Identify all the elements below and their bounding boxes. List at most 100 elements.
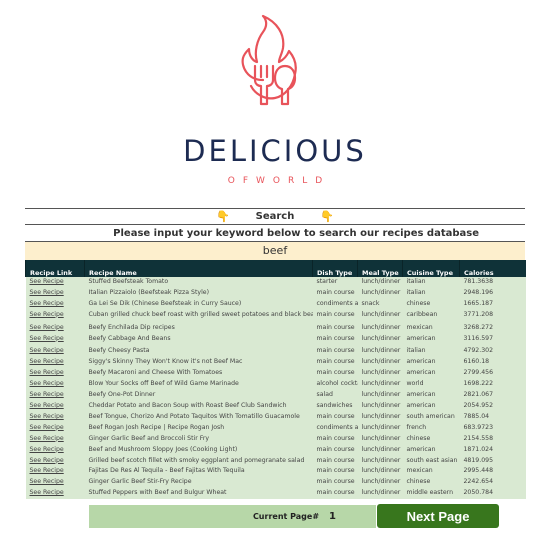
table-row: See Recipe Fajitas De Res Al Tequila - Be… xyxy=(25,466,526,478)
meal-type-cell: lunch/dinner xyxy=(361,278,401,285)
current-page-number: 1 xyxy=(329,511,336,522)
see-recipe-link[interactable]: See Recipe xyxy=(30,347,64,354)
meal-type-cell: lunch/dinner xyxy=(361,369,401,377)
calories-cell: 3116.597 xyxy=(463,334,494,342)
dish-type-cell: alcohol cocktail xyxy=(316,380,358,388)
brand-title: DELICIOUS xyxy=(183,134,367,168)
calories-cell: 2799.456 xyxy=(463,369,494,377)
recipe-name-cell: Stuffed Beefsteak Tomato xyxy=(88,278,169,285)
cuisine-type-cell: mexican xyxy=(406,323,433,331)
see-recipe-link[interactable]: See Recipe xyxy=(30,278,64,285)
see-recipe-link[interactable]: See Recipe xyxy=(30,424,64,431)
recipe-link-cell: See Recipe xyxy=(26,344,85,357)
see-recipe-link[interactable]: See Recipe xyxy=(30,380,64,387)
recipe-name-cell: Stuffed Peppers with Beef and Bulgur Whe… xyxy=(88,489,227,497)
see-recipe-link[interactable]: See Recipe xyxy=(30,391,64,398)
dish-type-cell: main course xyxy=(316,358,355,366)
meal-type-cell: lunch/dinner xyxy=(361,288,401,296)
table-row: See Recipe Beefy Cheesy Pasta main course l… xyxy=(25,344,526,358)
recipe-name-cell: Blow Your Socks off Beef of Wild Game Ma… xyxy=(88,380,239,388)
pointing-down-icon: 👇 xyxy=(215,210,230,223)
table-row: See Recipe Ga Lei Se Dik (Chinese Beefste… xyxy=(25,298,526,310)
dish-type-cell: main course xyxy=(316,478,355,486)
meal-type-cell: lunch/dinner xyxy=(361,323,401,331)
see-recipe-link[interactable]: See Recipe xyxy=(30,289,64,296)
cuisine-type-cell: american xyxy=(406,445,436,453)
table-row: See Recipe Cheddar Potato and Bacon Soup … xyxy=(25,400,526,412)
calories-cell: 2050.784 xyxy=(463,489,494,497)
cuisine-type-cell: american xyxy=(406,358,436,366)
table-row: See Recipe Ginger Garlic Beef Stir-Fry Re… xyxy=(25,477,526,489)
calories-cell: 2995.448 xyxy=(463,467,494,475)
column-header-calories: Calories xyxy=(459,260,526,277)
dish-type-cell: main course xyxy=(316,288,355,296)
calories-cell: 3771.208 xyxy=(463,310,494,318)
flame-fork-spoon-icon xyxy=(241,14,297,106)
cuisine-type-cell: american xyxy=(406,391,436,399)
recipe-link-cell: See Recipe xyxy=(26,321,85,334)
dish-type-cell: sandwiches xyxy=(316,401,353,409)
dish-type-cell: main course xyxy=(316,456,355,464)
meal-type-cell: lunch/dinner xyxy=(361,412,401,420)
calories-cell: 2154.558 xyxy=(463,434,494,442)
dish-type-cell: main course xyxy=(316,347,355,355)
meal-type-cell: lunch/dinner xyxy=(361,347,401,355)
next-page-button[interactable]: Next Page xyxy=(377,504,499,528)
recipe-name-cell: Beefy Cabbage And Beans xyxy=(88,334,171,342)
recipe-name-cell: Cheddar Potato and Bacon Soup with Roast… xyxy=(88,401,287,409)
recipe-link-cell: See Recipe xyxy=(26,434,85,445)
recipe-link-cell: See Recipe xyxy=(26,310,85,321)
current-page-indicator: Current Page# 1 xyxy=(89,505,376,528)
see-recipe-link[interactable]: See Recipe xyxy=(30,467,64,474)
dish-type-cell: condiments and sauces xyxy=(316,423,358,431)
calories-cell: 1698.222 xyxy=(463,380,494,388)
recipe-link-cell: See Recipe xyxy=(26,466,85,477)
see-recipe-link[interactable]: See Recipe xyxy=(30,435,64,442)
recipe-link-cell: See Recipe xyxy=(26,379,85,390)
recipe-name-cell: Ginger Garlic Beef Stir-Fry Recipe xyxy=(88,478,192,486)
see-recipe-link[interactable]: See Recipe xyxy=(30,369,64,376)
recipe-link-cell: See Recipe xyxy=(26,288,85,299)
recipe-name-cell: Grilled beef scotch fillet with smoky eg… xyxy=(88,456,305,464)
recipe-name-cell: Beefy Enchilada Dip recipes xyxy=(88,323,175,331)
see-recipe-link[interactable]: See Recipe xyxy=(30,489,64,496)
meal-type-cell: lunch/dinner xyxy=(361,358,401,366)
dish-type-cell: salad xyxy=(316,391,333,399)
see-recipe-link[interactable]: See Recipe xyxy=(30,324,64,331)
search-input[interactable] xyxy=(25,242,525,260)
table-row: See Recipe Siggy's Skinny They Won't Know… xyxy=(25,357,526,369)
recipe-link-cell: See Recipe xyxy=(26,277,85,288)
recipe-link-cell: See Recipe xyxy=(26,456,85,467)
recipe-link-cell: See Recipe xyxy=(26,401,85,412)
table-row: See Recipe Grilled beef scotch fillet wit… xyxy=(25,455,526,467)
recipe-link-cell: See Recipe xyxy=(26,445,85,456)
cuisine-type-cell: world xyxy=(406,380,424,388)
meal-type-cell: lunch/dinner xyxy=(361,310,401,318)
recipes-table: Recipe Link Recipe Name Dish Type Meal T… xyxy=(25,260,526,500)
see-recipe-link[interactable]: See Recipe xyxy=(30,402,64,409)
table-row: See Recipe Beef and Mushroom Sloppy Joes … xyxy=(25,444,526,456)
table-row: See Recipe Ginger Garlic Beef and Broccol… xyxy=(25,433,526,445)
dish-type-cell: main course xyxy=(316,434,355,442)
see-recipe-link[interactable]: See Recipe xyxy=(30,457,64,464)
table-row: See Recipe Blow Your Socks off Beef of Wi… xyxy=(25,379,526,391)
table-row: See Recipe Cuban grilled chuck beef roast… xyxy=(25,309,526,321)
cuisine-type-cell: mexican xyxy=(406,467,433,475)
dish-type-cell: main course xyxy=(316,334,355,342)
recipe-link-cell: See Recipe xyxy=(26,357,85,368)
meal-type-cell: lunch/dinner xyxy=(361,489,401,497)
see-recipe-link[interactable]: See Recipe xyxy=(30,478,64,485)
meal-type-cell: lunch/dinner xyxy=(361,380,401,388)
cuisine-type-cell: italian xyxy=(406,288,426,296)
see-recipe-link[interactable]: See Recipe xyxy=(30,446,64,453)
dish-type-cell: main course xyxy=(316,310,355,318)
brand-subtitle: OFWORLD xyxy=(227,176,331,186)
meal-type-cell: lunch/dinner xyxy=(361,334,401,342)
see-recipe-link[interactable]: See Recipe xyxy=(30,311,64,318)
recipe-name-cell: Ginger Garlic Beef and Broccoli Stir Fry xyxy=(88,434,210,442)
see-recipe-link[interactable]: See Recipe xyxy=(30,335,64,342)
see-recipe-link[interactable]: See Recipe xyxy=(30,413,64,420)
see-recipe-link[interactable]: See Recipe xyxy=(30,358,64,365)
pointing-down-icon: 👇 xyxy=(320,210,335,223)
see-recipe-link[interactable]: See Recipe xyxy=(30,300,64,307)
